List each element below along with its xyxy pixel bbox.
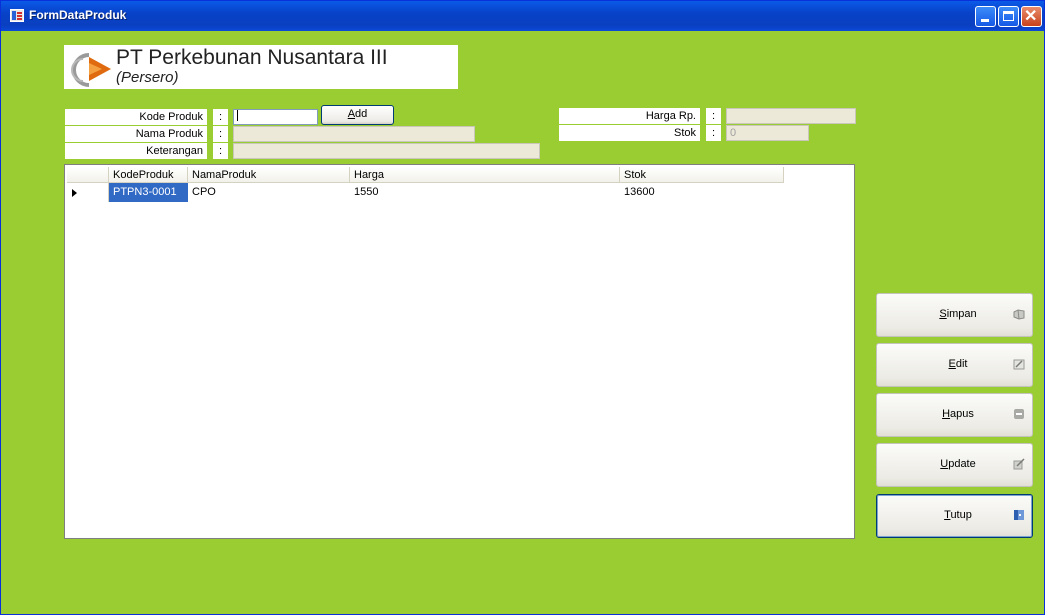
kode-produk-input[interactable]	[233, 109, 318, 125]
kode-produk-colon: :	[213, 109, 228, 125]
nama-produk-colon: :	[213, 126, 228, 142]
nama-produk-input[interactable]	[233, 126, 475, 142]
cell-kodeproduk[interactable]: PTPN3-0001	[109, 183, 188, 202]
add-button-label: dd	[355, 108, 368, 120]
keterangan-label: Keterangan	[65, 143, 207, 159]
add-button[interactable]: Add	[321, 105, 394, 125]
column-header-kodeproduk[interactable]: KodeProduk	[109, 167, 188, 183]
simpan-button[interactable]: Simpan	[876, 293, 1033, 337]
close-icon: ✕	[1024, 8, 1038, 25]
edit-button[interactable]: Edit	[876, 343, 1033, 387]
form-app-icon	[10, 9, 24, 22]
product-data-grid[interactable]: KodeProduk NamaProduk Harga Stok PTPN3-0…	[64, 164, 855, 539]
minimize-icon	[981, 19, 989, 22]
maximize-icon	[1003, 11, 1014, 21]
tutup-button-label: Tutup	[944, 509, 972, 521]
stok-input[interactable]	[726, 125, 809, 141]
row-header[interactable]	[67, 183, 109, 202]
keterangan-colon: :	[213, 143, 228, 159]
exit-icon	[1014, 510, 1024, 520]
nama-produk-label: Nama Produk	[65, 126, 207, 142]
close-button[interactable]: ✕	[1021, 6, 1042, 27]
harga-label: Harga Rp.	[559, 108, 700, 124]
window-title: FormDataProduk	[29, 8, 127, 22]
simpan-button-label: Simpan	[939, 308, 977, 320]
kode-produk-label: Kode Produk	[65, 109, 207, 125]
column-header-stok[interactable]: Stok	[620, 167, 784, 183]
form-window: FormDataProduk ✕ PT Perkebunan Nusantara…	[0, 0, 1045, 615]
save-icon	[1013, 309, 1025, 320]
edit-icon	[1013, 359, 1025, 370]
stok-label: Stok	[559, 125, 700, 141]
keterangan-input[interactable]	[233, 143, 540, 159]
update-button[interactable]: Update	[876, 443, 1033, 487]
hapus-button-label: Hapus	[942, 408, 974, 420]
harga-input[interactable]	[726, 108, 856, 124]
delete-icon	[1014, 409, 1024, 419]
update-button-label: Update	[940, 458, 976, 470]
grid-corner-header[interactable]	[67, 167, 109, 183]
cell-namaproduk[interactable]: CPO	[188, 183, 350, 202]
cell-stok[interactable]: 13600	[620, 183, 784, 202]
current-row-arrow-icon	[72, 189, 77, 197]
cell-harga[interactable]: 1550	[350, 183, 620, 202]
column-header-namaproduk[interactable]: NamaProduk	[188, 167, 350, 183]
company-logo-icon	[71, 53, 111, 87]
add-button-mnemonic: A	[347, 108, 356, 120]
company-suffix: (Persero)	[116, 69, 179, 86]
company-name: PT Perkebunan Nusantara III	[116, 46, 388, 69]
harga-colon: :	[706, 108, 721, 124]
tutup-button[interactable]: Tutup	[876, 494, 1033, 538]
text-caret	[237, 110, 238, 121]
company-logo: PT Perkebunan Nusantara III (Persero)	[64, 45, 458, 89]
maximize-button[interactable]	[998, 6, 1019, 27]
stok-colon: :	[706, 125, 721, 141]
title-bar[interactable]: FormDataProduk ✕	[1, 1, 1044, 31]
hapus-button[interactable]: Hapus	[876, 393, 1033, 437]
column-header-harga[interactable]: Harga	[350, 167, 620, 183]
update-icon	[1013, 458, 1025, 470]
minimize-button[interactable]	[975, 6, 996, 27]
edit-button-label: Edit	[948, 358, 968, 370]
